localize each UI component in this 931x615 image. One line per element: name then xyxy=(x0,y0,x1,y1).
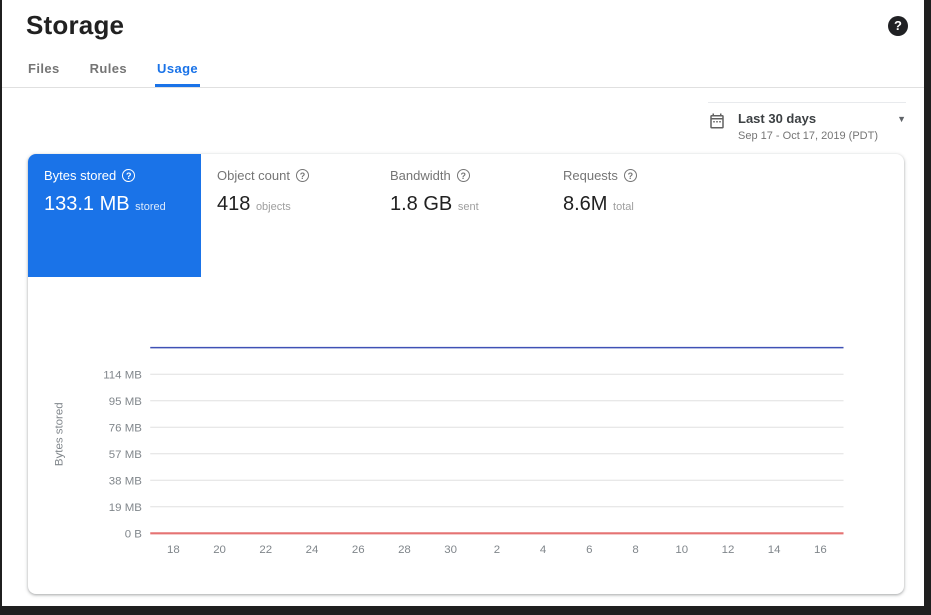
tab-rules[interactable]: Rules xyxy=(88,57,129,87)
svg-text:16: 16 xyxy=(814,544,827,556)
metric-unit: total xyxy=(613,201,634,213)
tab-files[interactable]: Files xyxy=(26,57,62,87)
svg-text:12: 12 xyxy=(722,544,735,556)
svg-text:0 B: 0 B xyxy=(125,528,143,540)
usage-line-chart: 0 B19 MB38 MB57 MB76 MB95 MB114 MB182022… xyxy=(46,330,880,565)
help-icon[interactable]: ? xyxy=(296,169,309,182)
metric-title: Bytes stored ? xyxy=(44,168,185,183)
date-range-selector[interactable]: Last 30 days ▼ Sep 17 - Oct 17, 2019 (PD… xyxy=(708,102,906,142)
help-icon[interactable]: ? xyxy=(624,169,637,182)
metric-value-text: 1.8 GB xyxy=(390,193,452,215)
help-icon[interactable]: ? xyxy=(888,16,908,36)
calendar-icon xyxy=(708,112,726,130)
metric-value-text: 133.1 MB xyxy=(44,193,130,215)
metric-title-text: Requests xyxy=(563,168,618,183)
help-icon[interactable]: ? xyxy=(122,169,135,182)
metric-unit: sent xyxy=(458,201,479,213)
svg-text:95 MB: 95 MB xyxy=(109,396,142,408)
metric-value: 1.8 GB sent xyxy=(390,193,531,216)
date-range-label: Last 30 days xyxy=(738,111,816,126)
metric-value: 133.1 MB stored xyxy=(44,193,185,216)
metric-card-object-count[interactable]: Object count ? 418 objects xyxy=(201,154,374,277)
date-range-sublabel: Sep 17 - Oct 17, 2019 (PDT) xyxy=(738,130,906,142)
metric-title: Bandwidth ? xyxy=(390,168,531,183)
metric-card-bytes-stored[interactable]: Bytes stored ? 133.1 MB stored xyxy=(28,154,201,277)
svg-text:28: 28 xyxy=(398,544,411,556)
usage-panel: Bytes stored ? 133.1 MB stored Object co… xyxy=(28,154,904,594)
svg-text:24: 24 xyxy=(306,544,319,556)
storage-page: Storage ? Files Rules Usage Last 30 days… xyxy=(0,0,931,615)
bytes-stored-chart: 0 B19 MB38 MB57 MB76 MB95 MB114 MB182022… xyxy=(28,277,904,565)
svg-text:8: 8 xyxy=(632,544,638,556)
metrics-row: Bytes stored ? 133.1 MB stored Object co… xyxy=(28,154,904,277)
metric-value-text: 418 xyxy=(217,193,250,215)
svg-text:10: 10 xyxy=(675,544,688,556)
metric-title-text: Bandwidth xyxy=(390,168,451,183)
page-title: Storage xyxy=(26,10,124,41)
tab-usage[interactable]: Usage xyxy=(155,57,200,87)
metric-unit: stored xyxy=(135,201,166,213)
metric-title-text: Object count xyxy=(217,168,290,183)
metric-value: 8.6M total xyxy=(563,193,704,216)
svg-text:19 MB: 19 MB xyxy=(109,502,142,514)
svg-text:20: 20 xyxy=(213,544,226,556)
svg-text:57 MB: 57 MB xyxy=(109,449,142,461)
svg-text:4: 4 xyxy=(540,544,547,556)
metric-card-bandwidth[interactable]: Bandwidth ? 1.8 GB sent xyxy=(374,154,547,277)
svg-text:114 MB: 114 MB xyxy=(103,369,142,381)
metric-value: 418 objects xyxy=(217,193,358,216)
svg-text:22: 22 xyxy=(259,544,272,556)
svg-text:38 MB: 38 MB xyxy=(109,475,142,487)
help-icon[interactable]: ? xyxy=(457,169,470,182)
svg-text:30: 30 xyxy=(444,544,457,556)
svg-text:14: 14 xyxy=(768,544,781,556)
metric-card-requests[interactable]: Requests ? 8.6M total xyxy=(547,154,720,277)
svg-text:76 MB: 76 MB xyxy=(109,422,142,434)
date-range-row: Last 30 days ▼ Sep 17 - Oct 17, 2019 (PD… xyxy=(2,88,924,142)
tab-bar: Files Rules Usage xyxy=(2,57,924,88)
metric-unit: objects xyxy=(256,201,291,213)
svg-text:26: 26 xyxy=(352,544,365,556)
svg-text:Bytes stored: Bytes stored xyxy=(54,402,66,466)
metric-title: Requests ? xyxy=(563,168,704,183)
metric-value-text: 8.6M xyxy=(563,193,607,215)
metric-title: Object count ? xyxy=(217,168,358,183)
svg-text:18: 18 xyxy=(167,544,180,556)
chevron-down-icon: ▼ xyxy=(897,114,906,124)
metric-title-text: Bytes stored xyxy=(44,168,116,183)
svg-text:6: 6 xyxy=(586,544,592,556)
svg-text:2: 2 xyxy=(494,544,500,556)
page-header: Storage ? xyxy=(2,0,924,41)
date-range-text: Last 30 days ▼ Sep 17 - Oct 17, 2019 (PD… xyxy=(738,111,906,142)
